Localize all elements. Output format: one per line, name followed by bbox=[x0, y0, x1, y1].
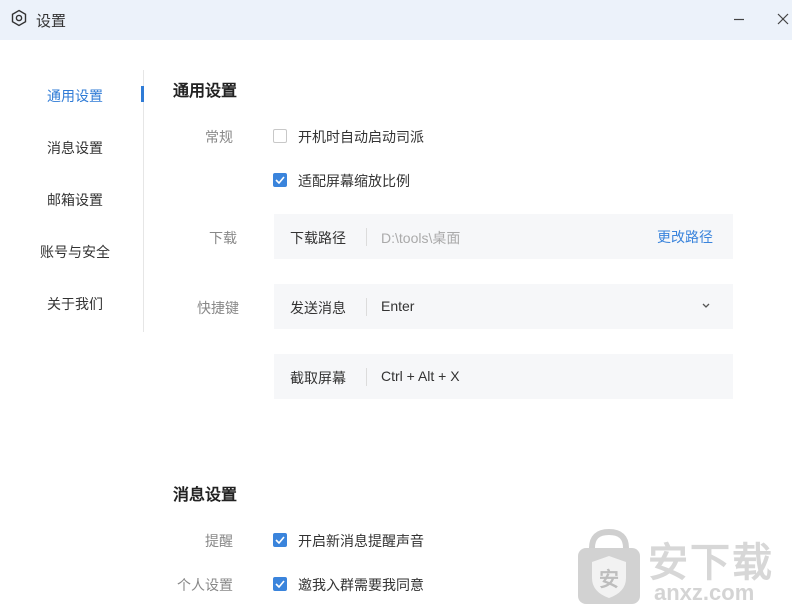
group-invite-checkbox[interactable] bbox=[273, 577, 287, 591]
sidebar-active-indicator bbox=[141, 86, 144, 102]
sidebar-item-account-security[interactable]: 账号与安全 bbox=[0, 242, 150, 262]
watermark-badge: 安 bbox=[599, 567, 619, 591]
chevron-down-icon[interactable] bbox=[701, 298, 711, 316]
section-title-general: 通用设置 bbox=[173, 83, 238, 100]
send-message-label: 发送消息 bbox=[290, 300, 346, 316]
close-button[interactable] bbox=[770, 6, 792, 32]
row-label-remind: 提醒 bbox=[205, 533, 233, 549]
group-invite-label: 邀我入群需要我同意 bbox=[298, 577, 424, 593]
autostart-label: 开机时自动启动司派 bbox=[298, 129, 424, 145]
minimize-icon bbox=[734, 18, 744, 21]
row-label-hotkeys: 快捷键 bbox=[197, 300, 239, 316]
row-label-normal: 常规 bbox=[205, 129, 233, 145]
scaling-checkbox[interactable] bbox=[273, 173, 287, 187]
sidebar-item-messages[interactable]: 消息设置 bbox=[0, 138, 150, 158]
send-message-value: Enter bbox=[381, 298, 415, 314]
close-icon bbox=[777, 13, 789, 25]
field-divider bbox=[366, 368, 367, 386]
send-message-hotkey-field[interactable]: 发送消息 Enter bbox=[274, 284, 733, 329]
window-title: 设置 bbox=[36, 13, 67, 30]
title-bar: 设置 bbox=[0, 0, 792, 40]
download-path-label: 下载路径 bbox=[290, 230, 346, 246]
shield-icon: 安 bbox=[578, 528, 640, 604]
gear-icon bbox=[10, 9, 28, 27]
sidebar-item-about[interactable]: 关于我们 bbox=[0, 294, 150, 314]
check-icon bbox=[275, 536, 285, 544]
screenshot-hotkey-field[interactable]: 截取屏幕 Ctrl + Alt + X bbox=[274, 354, 733, 399]
download-path-field: 下载路径 D:\tools\桌面 更改路径 bbox=[274, 214, 733, 259]
row-label-download: 下载 bbox=[209, 230, 237, 246]
screenshot-value: Ctrl + Alt + X bbox=[381, 368, 460, 384]
section-title-messages: 消息设置 bbox=[173, 487, 238, 504]
check-icon bbox=[275, 580, 285, 588]
sidebar-item-general[interactable]: 通用设置 bbox=[0, 86, 150, 106]
sound-checkbox[interactable] bbox=[273, 533, 287, 547]
field-divider bbox=[366, 228, 367, 246]
field-divider bbox=[366, 298, 367, 316]
change-path-link[interactable]: 更改路径 bbox=[657, 227, 713, 247]
sidebar-item-mailbox[interactable]: 邮箱设置 bbox=[0, 190, 150, 210]
sound-label: 开启新消息提醒声音 bbox=[298, 533, 424, 549]
minimize-button[interactable] bbox=[726, 6, 752, 32]
row-label-personal: 个人设置 bbox=[177, 577, 233, 593]
watermark-domain: anxz.com bbox=[654, 580, 755, 605]
download-path-value: D:\tools\桌面 bbox=[381, 230, 461, 246]
check-icon bbox=[275, 176, 285, 184]
screenshot-label: 截取屏幕 bbox=[290, 370, 346, 386]
autostart-checkbox[interactable] bbox=[273, 129, 287, 143]
sidebar-divider bbox=[143, 70, 144, 332]
watermark-logo: 安 安下载 anxz.com bbox=[574, 524, 792, 610]
scaling-label: 适配屏幕缩放比例 bbox=[298, 173, 410, 189]
